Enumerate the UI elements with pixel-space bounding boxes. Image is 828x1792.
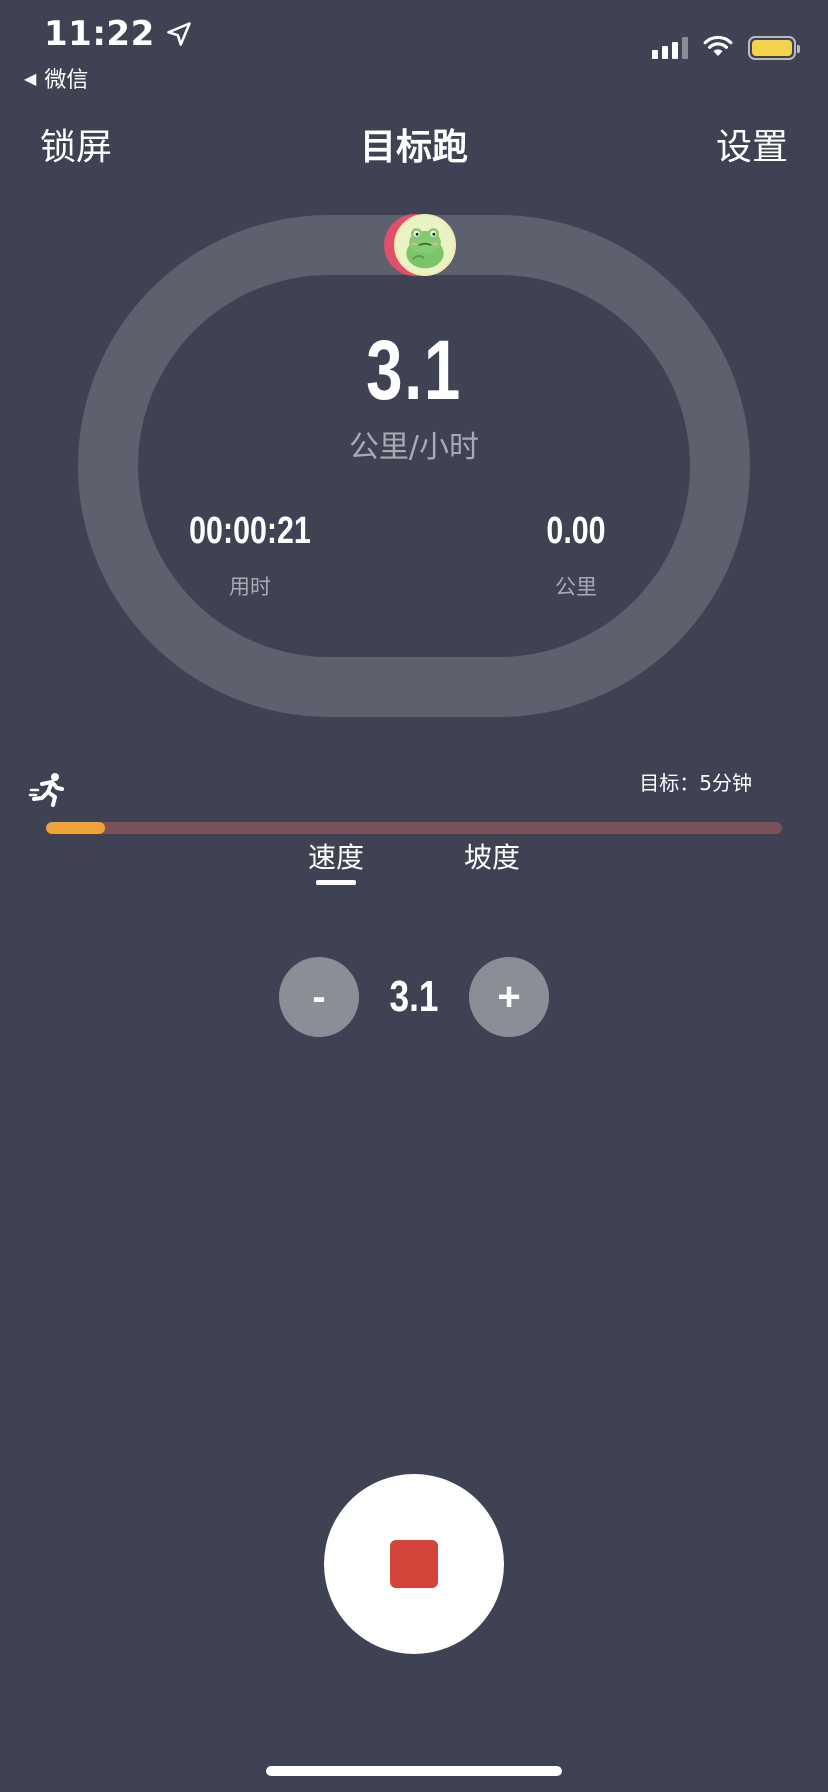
elapsed-time-label: 用时	[229, 575, 271, 599]
back-to-wechat[interactable]: ◀ 微信	[24, 62, 88, 94]
stop-icon	[390, 1540, 438, 1588]
tab-speed[interactable]: 速度	[308, 836, 364, 876]
location-arrow-icon	[166, 22, 191, 46]
wifi-icon	[702, 34, 734, 62]
screen: 11:22 ◀ 微信 锁屏 目标跑 设置 3.1 公里/小时 00:00:21 …	[0, 0, 828, 1792]
settings-button[interactable]: 设置	[716, 118, 788, 170]
status-indicators	[652, 34, 800, 62]
home-indicator[interactable]	[266, 1766, 562, 1776]
goal-text: 目标：5分钟	[639, 771, 752, 795]
back-app-label: 微信	[44, 68, 89, 93]
stop-run-button[interactable]	[324, 1474, 504, 1654]
tab-slope[interactable]: 坡度	[464, 836, 520, 876]
elapsed-time-value: 00:00:21	[189, 510, 311, 552]
distance-label: 公里	[555, 575, 597, 599]
active-tab-indicator	[316, 880, 356, 885]
status-time: 11:22	[44, 14, 193, 54]
running-track	[78, 215, 750, 717]
elapsed-time-stat: 00:00:21 用时	[150, 510, 350, 601]
frog-avatar-icon	[394, 214, 456, 276]
current-speed-value: 3.1	[366, 323, 462, 417]
battery-icon	[748, 36, 800, 60]
speed-unit: 公里/小时	[348, 430, 480, 465]
runner-icon	[28, 770, 68, 810]
lock-screen-button[interactable]: 锁屏	[40, 118, 112, 170]
cellular-signal-icon	[652, 37, 688, 59]
decrease-speed-button[interactable]: -	[279, 957, 359, 1037]
page-title-wrap: 目标跑	[0, 118, 828, 170]
increase-speed-button[interactable]: +	[469, 957, 549, 1037]
status-time-text: 11:22	[44, 14, 155, 54]
distance-value: 0.00	[546, 510, 606, 552]
back-triangle-icon: ◀	[24, 68, 37, 88]
goal-progress-bar	[46, 822, 782, 834]
page-title: 目标跑	[359, 127, 468, 168]
distance-stat: 0.00 公里	[476, 510, 676, 601]
stepper-value: 3.1	[389, 972, 439, 1021]
goal-progress-fill	[46, 822, 105, 834]
